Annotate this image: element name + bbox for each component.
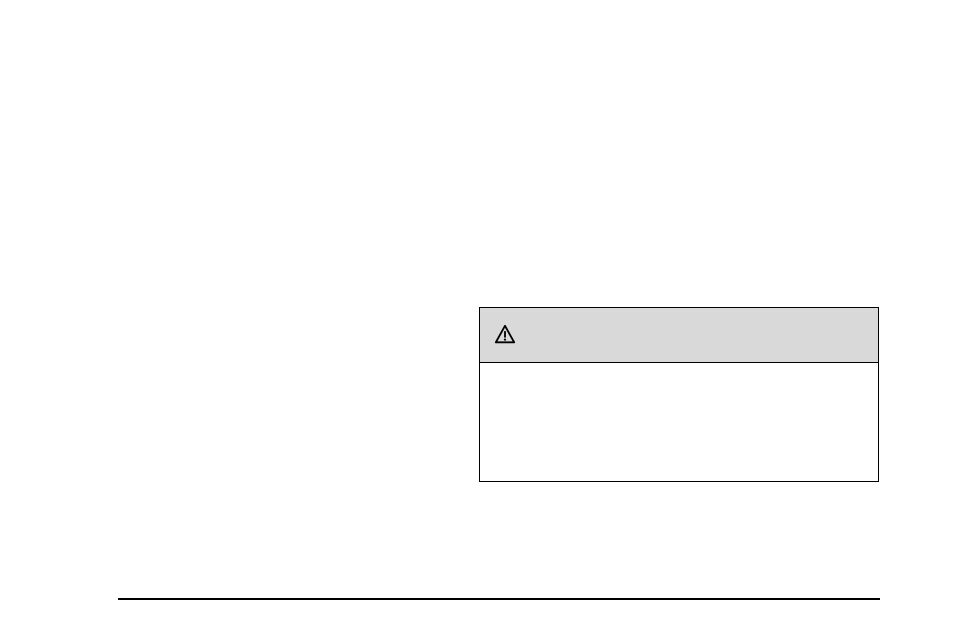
- warning-header: [480, 308, 878, 363]
- footer-divider: [118, 598, 880, 600]
- document-page: [0, 0, 954, 636]
- warning-callout: [479, 307, 879, 482]
- warning-body-text: [480, 363, 878, 481]
- warning-icon: [494, 324, 516, 346]
